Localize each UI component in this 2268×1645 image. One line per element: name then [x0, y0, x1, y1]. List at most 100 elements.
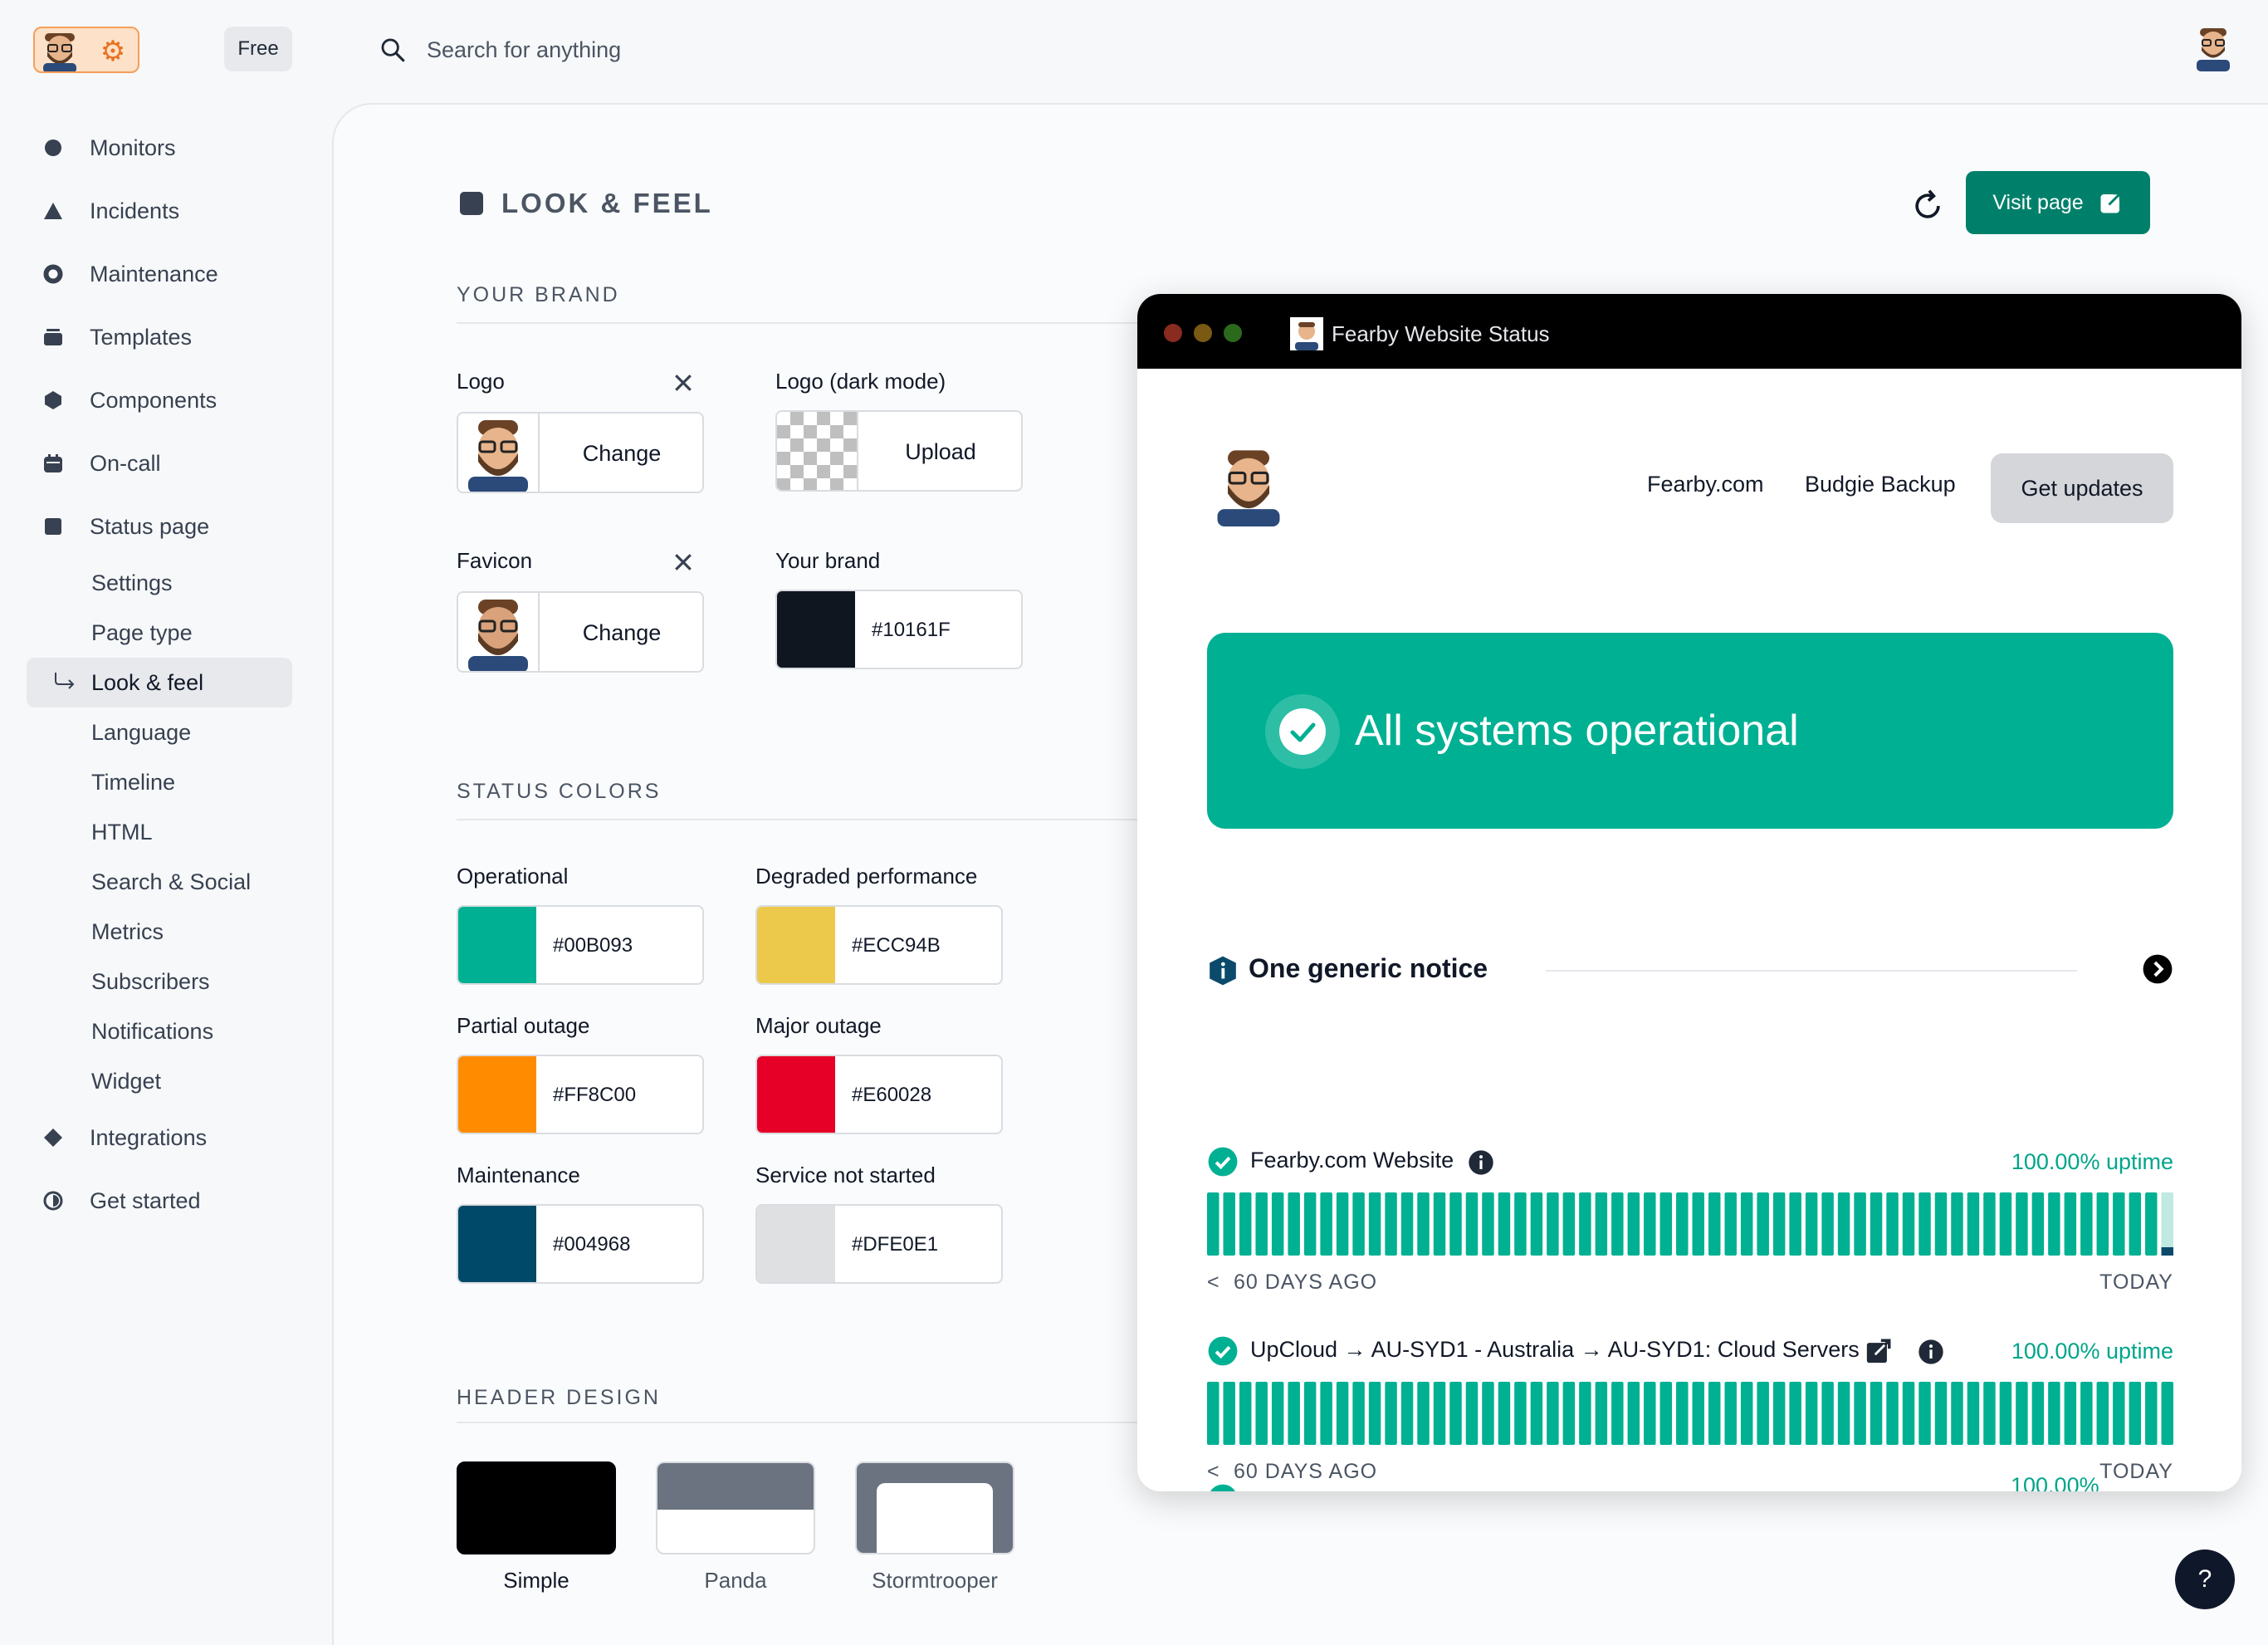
uptime-day-bar[interactable]	[1886, 1192, 1899, 1256]
uptime-day-bar[interactable]	[1724, 1192, 1737, 1256]
uptime-day-bar[interactable]	[1821, 1192, 1834, 1256]
uptime-day-bar[interactable]	[1352, 1382, 1365, 1445]
subitem-look-and-feel[interactable]: Look & feel	[27, 658, 292, 707]
not-started-color-input[interactable]: #DFE0E1	[755, 1204, 1003, 1284]
uptime-day-bar[interactable]	[1854, 1192, 1866, 1256]
degraded-color-input[interactable]: #ECC94B	[755, 905, 1003, 985]
subitem-timeline[interactable]: Timeline	[27, 757, 292, 807]
sidebar-item-components[interactable]: Components	[27, 369, 292, 432]
favicon-picker[interactable]: Change	[457, 591, 704, 673]
info-icon[interactable]	[1468, 1149, 1494, 1176]
uptime-day-bar[interactable]	[1514, 1382, 1527, 1445]
uptime-day-bar[interactable]	[1547, 1382, 1559, 1445]
uptime-day-bar[interactable]	[1288, 1382, 1300, 1445]
maximize-dot[interactable]	[1224, 324, 1242, 342]
subitem-page-type[interactable]: Page type	[27, 608, 292, 658]
uptime-day-bar[interactable]	[1239, 1192, 1252, 1256]
uptime-day-bar[interactable]	[2145, 1192, 2158, 1256]
brand-color-input[interactable]: #10161F	[775, 590, 1023, 669]
external-link-icon[interactable]	[1865, 1337, 1893, 1365]
uptime-day-bar[interactable]	[1465, 1192, 1479, 1256]
uptime-day-bar[interactable]	[1530, 1192, 1543, 1256]
uptime-day-bar[interactable]	[1967, 1192, 1980, 1256]
partial-outage-color-input[interactable]: #FF8C00	[457, 1055, 704, 1134]
uptime-day-bar[interactable]	[1207, 1192, 1220, 1256]
uptime-day-bar[interactable]	[2080, 1382, 2093, 1445]
uptime-day-bar[interactable]	[1676, 1192, 1689, 1256]
sidebar-item-maintenance[interactable]: Maintenance	[27, 242, 292, 306]
uptime-day-bar[interactable]	[1934, 1382, 1948, 1445]
uptime-day-bar[interactable]	[1951, 1192, 1963, 1256]
uptime-day-bar[interactable]	[1627, 1192, 1640, 1256]
uptime-day-bar[interactable]	[1562, 1192, 1576, 1256]
uptime-day-bar[interactable]	[1498, 1382, 1511, 1445]
header-design-simple[interactable]	[457, 1461, 616, 1554]
chevron-left-icon[interactable]: <	[1207, 1460, 1220, 1484]
uptime-day-bar[interactable]	[1595, 1192, 1608, 1256]
uptime-day-bar[interactable]	[2096, 1192, 2109, 1256]
uptime-day-bar[interactable]	[1837, 1192, 1850, 1256]
uptime-day-bar[interactable]	[1498, 1192, 1511, 1256]
uptime-day-bar[interactable]	[1352, 1192, 1365, 1256]
uptime-day-bar[interactable]	[2113, 1192, 2125, 1256]
uptime-day-bar[interactable]	[1223, 1192, 1235, 1256]
visit-page-button[interactable]: Visit page	[1966, 171, 2150, 234]
uptime-day-bar[interactable]	[1789, 1382, 1801, 1445]
major-outage-color-input[interactable]: #E60028	[755, 1055, 1003, 1134]
uptime-day-bar[interactable]	[1708, 1382, 1721, 1445]
status-page-logo[interactable]	[1207, 443, 1290, 526]
uptime-day-bar[interactable]	[1757, 1382, 1769, 1445]
uptime-day-bar[interactable]	[2080, 1192, 2093, 1256]
uptime-day-bar[interactable]	[1400, 1192, 1414, 1256]
uptime-day-bar[interactable]	[2031, 1382, 2045, 1445]
chevron-left-icon[interactable]: <	[1207, 1270, 1220, 1295]
uptime-day-bar[interactable]	[1934, 1192, 1948, 1256]
subitem-settings[interactable]: Settings	[27, 558, 292, 608]
nav-link-fearby[interactable]: Fearby.com	[1647, 472, 1764, 497]
uptime-day-bar[interactable]	[1579, 1382, 1591, 1445]
uptime-day-bar[interactable]	[1870, 1192, 1883, 1256]
uptime-day-bar[interactable]	[1303, 1382, 1317, 1445]
uptime-day-bar[interactable]	[1579, 1192, 1591, 1256]
uptime-day-bar[interactable]	[1320, 1382, 1332, 1445]
uptime-day-bar[interactable]	[1870, 1382, 1883, 1445]
uptime-day-bar[interactable]	[1449, 1382, 1462, 1445]
uptime-day-bar[interactable]	[1547, 1192, 1559, 1256]
uptime-day-bar[interactable]	[1919, 1382, 1931, 1445]
sidebar-item-templates[interactable]: Templates	[27, 306, 292, 369]
header-design-panda[interactable]	[656, 1461, 815, 1554]
uptime-day-bar[interactable]	[2113, 1382, 2125, 1445]
subitem-search-social[interactable]: Search & Social	[27, 857, 292, 907]
get-updates-button[interactable]: Get updates	[1991, 453, 2173, 523]
close-icon[interactable]	[671, 550, 696, 575]
uptime-day-bar[interactable]	[1805, 1382, 1818, 1445]
uptime-day-bar[interactable]	[1772, 1382, 1786, 1445]
close-icon[interactable]	[671, 370, 696, 395]
user-avatar[interactable]	[2190, 25, 2236, 71]
uptime-day-bar[interactable]	[1902, 1192, 1915, 1256]
uptime-day-bar[interactable]	[1271, 1192, 1284, 1256]
sidebar-item-on-call[interactable]: On-call	[27, 432, 292, 495]
uptime-day-bar[interactable]	[1724, 1382, 1737, 1445]
subitem-language[interactable]: Language	[27, 707, 292, 757]
help-button[interactable]: ?	[2175, 1550, 2235, 1609]
uptime-day-bar[interactable]	[1595, 1382, 1608, 1445]
uptime-day-bar[interactable]	[2016, 1382, 2028, 1445]
uptime-day-bar[interactable]	[1271, 1382, 1284, 1445]
uptime-day-bar[interactable]	[1288, 1192, 1300, 1256]
uptime-day-bar[interactable]	[1368, 1192, 1381, 1256]
search-input[interactable]	[427, 37, 1008, 63]
uptime-day-bar[interactable]	[1837, 1382, 1850, 1445]
uptime-day-bar[interactable]	[1336, 1192, 1349, 1256]
uptime-day-bar[interactable]	[1772, 1192, 1786, 1256]
uptime-day-bar[interactable]	[2145, 1382, 2158, 1445]
notice-row[interactable]: One generic notice	[1207, 950, 2173, 991]
nav-link-budgie-backup[interactable]: Budgie Backup	[1805, 472, 1956, 497]
uptime-day-bar[interactable]	[1514, 1192, 1527, 1256]
uptime-day-bar[interactable]	[2031, 1192, 2045, 1256]
uptime-day-bar[interactable]	[1854, 1382, 1866, 1445]
sidebar-item-status-page[interactable]: Status page	[27, 495, 292, 558]
favicon-change-button[interactable]: Change	[538, 593, 702, 671]
uptime-day-bar[interactable]	[1320, 1192, 1332, 1256]
brand-logo[interactable]: ⚙	[33, 27, 139, 73]
